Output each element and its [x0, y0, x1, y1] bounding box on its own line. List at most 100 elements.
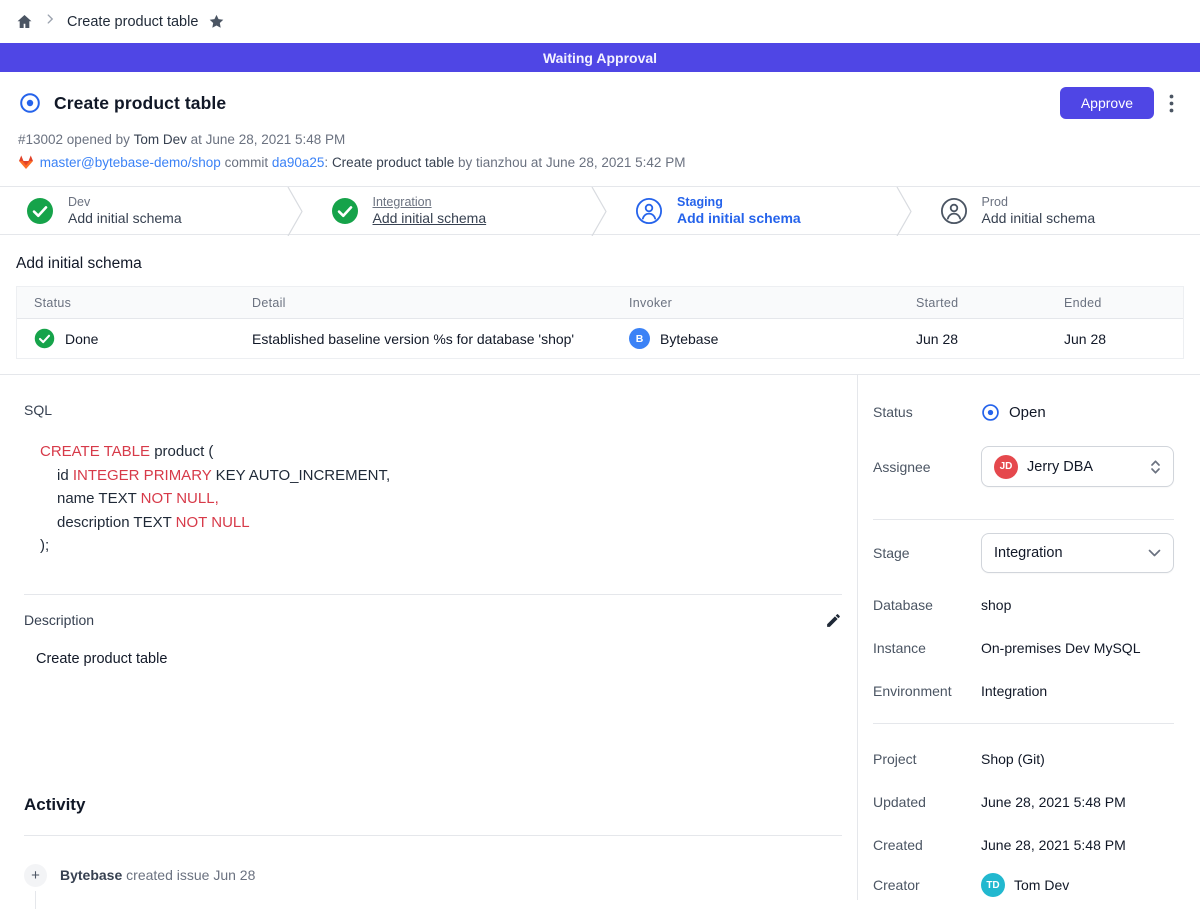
activity-text: created issue Jun 28	[126, 867, 255, 883]
project-value: Shop (Git)	[981, 751, 1045, 767]
assignee-row: Assignee JD Jerry DBA	[873, 446, 1174, 487]
issue-meta: #13002 opened by Tom Dev at June 28, 202…	[18, 132, 1184, 147]
col-invoker: Invoker	[612, 296, 899, 310]
approve-button[interactable]: Approve	[1060, 87, 1154, 119]
status-label: Status	[873, 404, 981, 420]
assignee-select[interactable]: JD Jerry DBA	[981, 446, 1174, 487]
description-label: Description	[24, 612, 94, 628]
divider	[873, 723, 1174, 724]
project-label: Project	[873, 751, 981, 767]
vcs-commit-byline: by tianzhou at June 28, 2021 5:42 PM	[458, 155, 685, 170]
issue-open-time: at June 28, 2021 5:48 PM	[191, 132, 346, 147]
status-value: Open	[1009, 404, 1046, 421]
created-row: Created June 28, 2021 5:48 PM	[873, 835, 1174, 855]
issue-open-icon	[19, 92, 41, 114]
breadcrumb-page-title: Create product table	[67, 14, 198, 30]
person-circle-icon	[635, 197, 663, 225]
stage-staging[interactable]: Staging Add initial schema	[609, 187, 896, 234]
home-icon[interactable]	[16, 13, 33, 30]
vcs-commit-hash-link[interactable]: da90a25	[272, 155, 325, 170]
sql-statement: CREATE TABLE product ( id INTEGER PRIMAR…	[40, 440, 857, 558]
created-value: June 28, 2021 5:48 PM	[981, 837, 1126, 853]
creator-avatar: TD	[981, 873, 1005, 897]
description-content: Create product table	[36, 651, 857, 667]
page-title: Create product table	[54, 93, 226, 114]
stage-name: Dev	[68, 195, 182, 209]
stage-task: Add initial schema	[373, 210, 487, 226]
status-banner-text: Waiting Approval	[543, 50, 657, 66]
col-detail: Detail	[235, 296, 612, 310]
task-table: Status Detail Invoker Started Ended Done…	[16, 286, 1184, 359]
kebab-menu-icon[interactable]	[1169, 94, 1174, 113]
assignee-avatar: JD	[994, 455, 1018, 479]
sql-text: id	[57, 467, 73, 484]
check-circle-icon	[331, 197, 359, 225]
chevron-down-icon	[1148, 549, 1161, 557]
sql-text: );	[40, 537, 49, 554]
stage-integration[interactable]: Integration Add initial schema	[305, 187, 592, 234]
activity-title: Activity	[24, 795, 857, 815]
breadcrumb: Create product table	[0, 0, 1200, 43]
project-row: Project Shop (Git)	[873, 749, 1174, 769]
creator-label: Creator	[873, 877, 981, 893]
stage-separator	[591, 187, 609, 234]
assignee-label: Assignee	[873, 459, 981, 475]
task-section-title: Add initial schema	[16, 255, 1184, 273]
pipeline-stage-bar: Dev Add initial schema Integration Add i…	[0, 186, 1200, 235]
task-detail-text: Established baseline version %s for data…	[235, 331, 612, 347]
instance-label: Instance	[873, 640, 981, 656]
stage-select[interactable]: Integration	[981, 533, 1174, 573]
sql-text: product (	[150, 443, 213, 460]
stage-value: Integration	[994, 545, 1063, 561]
sql-label: SQL	[24, 402, 857, 418]
assignee-value: Jerry DBA	[1027, 459, 1093, 475]
chevron-right-icon	[43, 12, 57, 31]
plus-icon: +	[24, 864, 47, 887]
edit-pencil-icon[interactable]	[825, 612, 842, 629]
stage-task: Add initial schema	[677, 210, 801, 226]
stage-label: Stage	[873, 545, 981, 561]
open-radio-icon	[981, 403, 1000, 422]
vcs-commit-line: master@bytebase-demo/shop commit da90a25…	[18, 155, 1184, 173]
up-down-chevron-icon	[1150, 459, 1161, 475]
col-ended: Ended	[1047, 296, 1183, 310]
database-label: Database	[873, 597, 981, 613]
activity-author: Bytebase	[60, 867, 122, 883]
sql-keyword: NOT NULL	[176, 514, 250, 531]
task-status-text: Done	[65, 331, 98, 347]
status-row: Status Open	[873, 402, 1174, 422]
database-row: Database shop	[873, 595, 1174, 615]
creator-value: Tom Dev	[1014, 877, 1069, 893]
status-banner: Waiting Approval	[0, 43, 1200, 72]
divider	[873, 519, 1174, 520]
stage-dev[interactable]: Dev Add initial schema	[0, 187, 287, 234]
database-value: shop	[981, 597, 1011, 613]
sql-keyword: CREATE TABLE	[40, 443, 150, 460]
task-section: Add initial schema Status Detail Invoker…	[0, 235, 1200, 374]
task-table-row: Done Established baseline version %s for…	[17, 319, 1183, 358]
issue-detail-panel: SQL CREATE TABLE product ( id INTEGER PR…	[0, 375, 858, 900]
stage-separator	[287, 187, 305, 234]
bookmark-star-icon[interactable]	[208, 13, 225, 30]
sql-text: KEY AUTO_INCREMENT,	[211, 467, 390, 484]
stage-name: Prod	[982, 195, 1096, 209]
issue-author: Tom Dev	[134, 132, 187, 147]
task-invoker-text: Bytebase	[660, 331, 718, 347]
vcs-commit-message: Create product table	[332, 155, 454, 170]
environment-value: Integration	[981, 683, 1047, 699]
gitlab-icon	[18, 158, 38, 173]
done-check-icon	[34, 328, 55, 349]
issue-id-opened: #13002 opened by	[18, 132, 130, 147]
stage-name: Integration	[373, 195, 487, 209]
updated-label: Updated	[873, 794, 981, 810]
divider	[24, 835, 842, 836]
divider	[24, 594, 842, 595]
stage-task: Add initial schema	[982, 210, 1096, 226]
app-window: Create product table Waiting Approval Cr…	[0, 0, 1200, 900]
sql-text: name TEXT	[57, 490, 141, 507]
vcs-branch-link[interactable]: master@bytebase-demo/shop	[40, 155, 221, 170]
col-started: Started	[899, 296, 1047, 310]
sql-keyword: INTEGER PRIMARY	[73, 467, 212, 484]
issue-header: Create product table Approve #13002 open…	[0, 72, 1200, 186]
stage-prod[interactable]: Prod Add initial schema	[914, 187, 1200, 234]
